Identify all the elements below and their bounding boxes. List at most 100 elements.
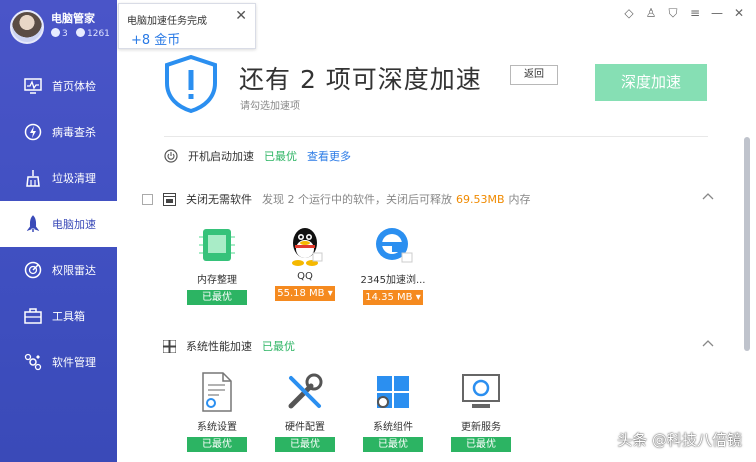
startup-speedup-row: 开机启动加速 已最优 查看更多: [164, 148, 351, 164]
deep-speedup-button[interactable]: 深度加速: [595, 64, 707, 101]
profile-stat-b: 1261: [76, 28, 110, 39]
shield-icon: [165, 55, 217, 113]
notification-toast: 电脑加速任务完成 ✕ +8 金币: [118, 3, 256, 49]
sidebar-nav: 首页体检 病毒查杀 垃圾清理 电脑加速 权限雷达 工具箱 软件管理: [0, 63, 117, 385]
sidebar-item-label: 权限雷达: [52, 264, 96, 277]
watermark: 头条 @科技八倍镜: [617, 431, 742, 449]
card-qq[interactable]: QQ 55.18 MB ▾: [261, 223, 349, 305]
system-cards: 系统设置 已最优 硬件配置 已最优 系统组件 已最优 更新服务 已最优: [173, 370, 525, 452]
profile: 电脑管家 3 1261: [0, 0, 117, 56]
memory-badge[interactable]: 55.18 MB ▾: [275, 286, 335, 301]
minimize-icon[interactable]: —: [710, 6, 724, 20]
card-label: 更新服务: [461, 422, 501, 433]
sidebar-item-label: 软件管理: [52, 356, 96, 369]
badge-icon: [51, 28, 60, 37]
sidebar-item-junk-clean[interactable]: 垃圾清理: [0, 155, 117, 201]
sidebar-item-virus-scan[interactable]: 病毒查杀: [0, 109, 117, 155]
sidebar-item-label: 工具箱: [52, 310, 85, 323]
software-desc-suffix: 内存: [508, 193, 531, 206]
card-hardware-config[interactable]: 硬件配置 已最优: [261, 370, 349, 452]
titlebar-controls: ◇ ♙ ⛉ ≡ — ✕: [622, 6, 746, 21]
software-cards: 内存整理 已最优 QQ 55.18 MB ▾ 2345加速浏... 14.35 …: [173, 223, 437, 305]
sidebar-item-home-check[interactable]: 首页体检: [0, 63, 117, 109]
scrollbar-thumb[interactable]: [744, 137, 750, 351]
chevron-up-icon[interactable]: [702, 339, 714, 347]
sidebar-item-permission-radar[interactable]: 权限雷达: [0, 247, 117, 293]
card-label: 内存整理: [197, 275, 237, 286]
lightning-icon: [24, 123, 42, 141]
page-title: 还有 2 项可深度加速: [239, 65, 482, 94]
toolbox-icon: [24, 307, 42, 325]
monitor-icon: [24, 77, 42, 95]
software-desc-amount: 69.53MB: [456, 192, 505, 206]
software-section: 关闭无需软件 发现 2 个运行中的软件，关闭后可释放 69.53MB 内存: [142, 191, 714, 207]
document-gear-icon: [195, 370, 239, 414]
software-label: 关闭无需软件: [186, 193, 252, 206]
notification-coins: +8 金币: [131, 33, 181, 48]
sidebar: 电脑管家 3 1261 首页体检 病毒查杀 垃圾清理 电脑加速 权限雷达 工具箱…: [0, 0, 117, 462]
view-more-link[interactable]: 查看更多: [307, 148, 351, 164]
user-settings-icon[interactable]: ♙: [644, 6, 658, 20]
card-label: 硬件配置: [285, 422, 325, 433]
sidebar-item-label: 垃圾清理: [52, 172, 96, 185]
browser-e-icon: [371, 223, 415, 267]
software-checkbox[interactable]: [142, 193, 153, 205]
back-button[interactable]: 返回: [510, 65, 558, 85]
main-panel: ◇ ♙ ⛉ ≡ — ✕ 还有 2 项可深度加速 请勾选加速项 返回 深度加速 开…: [118, 0, 756, 462]
sidebar-item-label: 首页体检: [52, 80, 96, 93]
sidebar-item-toolbox[interactable]: 工具箱: [0, 293, 117, 339]
trash-icon: [24, 169, 42, 187]
sidebar-item-label: 电脑加速: [52, 218, 96, 231]
status-badge: 已最优: [187, 437, 247, 452]
system-section: 系统性能加速 已最优: [142, 338, 714, 354]
radar-icon: [24, 261, 42, 279]
profile-stat-a: 3: [51, 28, 68, 39]
card-label: QQ: [297, 271, 313, 282]
skin-shirt-icon[interactable]: ⛉: [666, 6, 680, 20]
qq-icon: [283, 223, 327, 267]
card-label: 系统组件: [373, 422, 413, 433]
card-update-service[interactable]: 更新服务 已最优: [437, 370, 525, 452]
divider: [164, 136, 708, 137]
window-list-icon: [163, 192, 176, 206]
sidebar-item-speedup[interactable]: 电脑加速: [0, 201, 117, 247]
status-badge: 已最优: [275, 437, 335, 452]
memory-chip-icon: [195, 223, 239, 267]
card-2345-browser[interactable]: 2345加速浏... 14.35 MB ▾: [349, 223, 437, 305]
card-system-components[interactable]: 系统组件 已最优: [349, 370, 437, 452]
status-badge: 已最优: [363, 437, 423, 452]
power-icon: [164, 149, 178, 163]
status-badge: 已最优: [187, 290, 247, 305]
apps-icon: [24, 353, 42, 371]
chevron-up-icon[interactable]: [702, 192, 714, 200]
close-icon[interactable]: ✕: [732, 6, 746, 20]
sidebar-item-label: 病毒查杀: [52, 126, 96, 139]
system-status: 已最优: [262, 340, 295, 353]
system-section-header: 系统性能加速 已最优: [142, 338, 714, 354]
software-desc-prefix: 发现 2 个运行中的软件，关闭后可释放: [262, 193, 452, 206]
sidebar-item-software-manager[interactable]: 软件管理: [0, 339, 117, 385]
coin-icon: [76, 28, 85, 37]
card-system-settings[interactable]: 系统设置 已最优: [173, 370, 261, 452]
avatar[interactable]: [10, 10, 44, 44]
status-badge: 已最优: [451, 437, 511, 452]
app-window: 电脑管家 3 1261 首页体检 病毒查杀 垃圾清理 电脑加速 权限雷达 工具箱…: [0, 0, 756, 462]
card-memory[interactable]: 内存整理 已最优: [173, 223, 261, 305]
notification-title: 电脑加速任务完成: [127, 16, 207, 27]
menu-icon[interactable]: ≡: [688, 6, 702, 20]
close-icon[interactable]: ✕: [235, 8, 247, 24]
refresh-monitor-icon: [459, 370, 503, 414]
diamond-icon[interactable]: ◇: [622, 6, 636, 20]
memory-badge[interactable]: 14.35 MB ▾: [363, 290, 423, 305]
rocket-icon: [24, 215, 42, 233]
page-subtitle: 请勾选加速项: [240, 101, 300, 112]
system-label: 系统性能加速: [186, 340, 252, 353]
windows-icon: [371, 370, 415, 414]
card-label: 2345加速浏...: [360, 275, 426, 286]
startup-status: 已最优: [264, 150, 297, 163]
windows-small-icon: [163, 339, 176, 353]
profile-name[interactable]: 电脑管家: [51, 10, 95, 26]
software-section-header: 关闭无需软件 发现 2 个运行中的软件，关闭后可释放 69.53MB 内存: [142, 191, 714, 207]
wrench-icon: [283, 370, 327, 414]
card-label: 系统设置: [197, 422, 237, 433]
